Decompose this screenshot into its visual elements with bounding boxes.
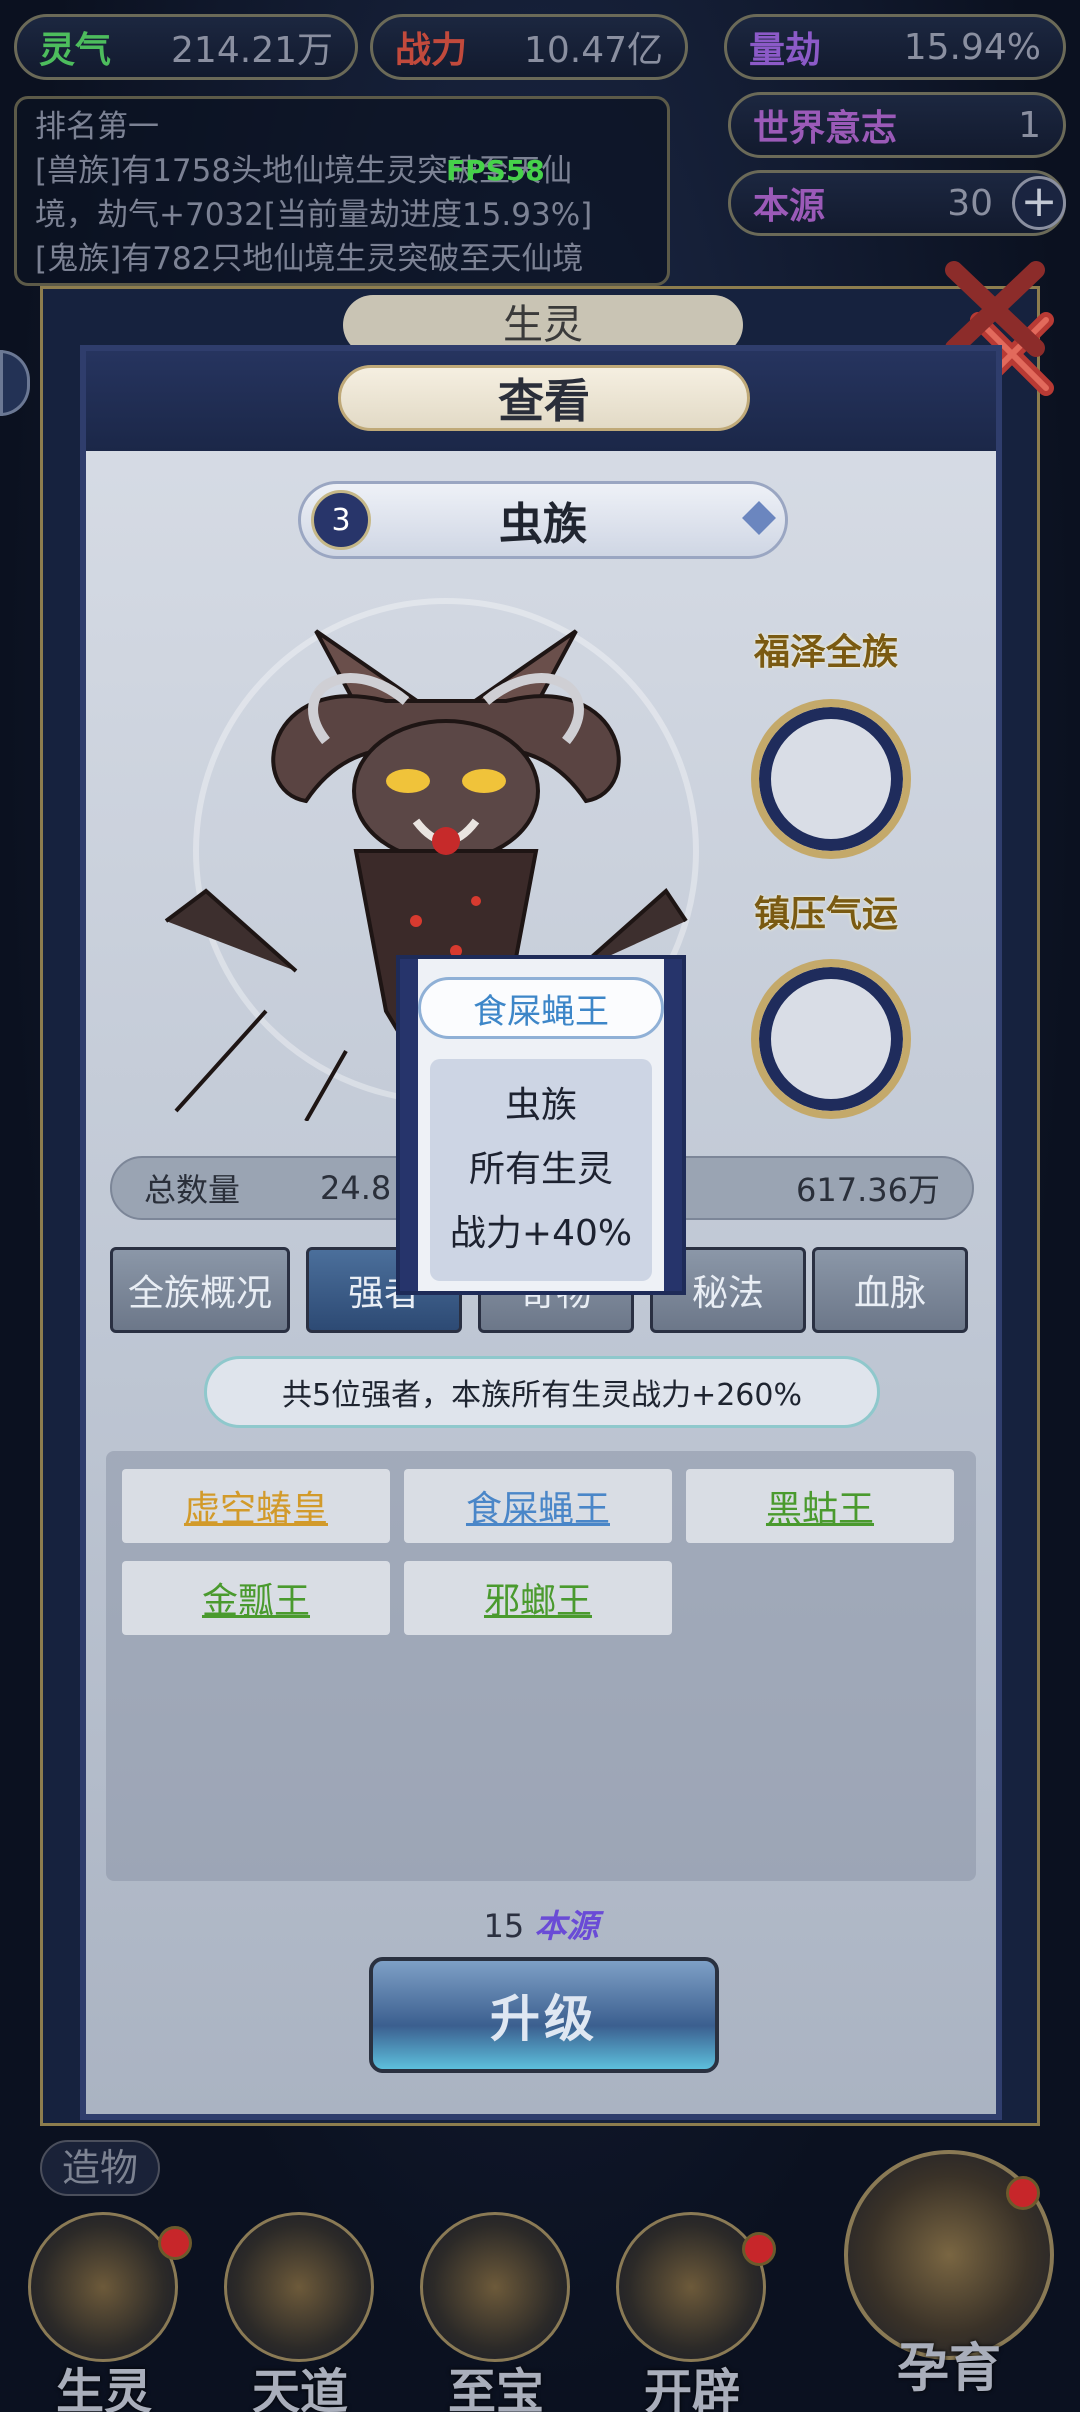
cost-unit: 本源 <box>534 1907 599 1945</box>
zhanli-value: 10.47亿 <box>523 30 663 71</box>
dialog-title: 查看 <box>338 365 750 431</box>
side-slot-2-title: 镇压气运 <box>754 893 899 935</box>
total-label: 总数量 <box>144 1171 241 1209</box>
upgrade-cost: 15 本源 <box>86 1901 996 1947</box>
world-will-stat[interactable]: 世界意志 1 <box>728 92 1066 158</box>
lingqi-stat: 灵气 214.21万 <box>14 14 358 80</box>
log-heading: 排名第一 <box>35 109 159 145</box>
hero-item[interactable]: 食屎蝇王 <box>404 1469 672 1543</box>
tab-bloodline[interactable]: 血脉 <box>812 1247 968 1333</box>
hero-item[interactable]: 黑蛄王 <box>686 1469 954 1543</box>
nav-label: 天道 <box>251 2364 348 2412</box>
log-line: [鬼族]有782只地仙境生灵突破至天仙境 <box>35 241 584 277</box>
world-will-value: 1 <box>1018 104 1041 146</box>
zhanli-label: 战力 <box>395 29 468 71</box>
total-value: 24.8 <box>320 1169 392 1207</box>
liangjie-stat: 量劫 15.94% <box>724 14 1066 80</box>
plus-icon: + <box>1020 176 1058 227</box>
nav-zhibao[interactable]: 至宝 <box>406 2212 586 2412</box>
tab-overview[interactable]: 全族概况 <box>110 1247 290 1333</box>
flame-icon <box>616 2212 766 2362</box>
tooltip-body: 虫族 所有生灵 战力+40% <box>430 1059 652 1281</box>
game-screen: 灵气 214.21万 战力 10.47亿 量劫 15.94% 世界意志 1 本源… <box>0 0 1080 2412</box>
suppress-slot[interactable] <box>751 959 911 1119</box>
origin-value: 30 <box>947 182 993 224</box>
world-will-label: 世界意志 <box>753 107 898 149</box>
hero-item[interactable]: 邪螂王 <box>404 1561 672 1635</box>
creature-icon <box>28 2212 178 2362</box>
lingqi-label: 灵气 <box>39 29 112 71</box>
tooltip-title: 食屎蝇王 <box>418 977 664 1039</box>
liangjie-value: 15.94% <box>903 26 1041 68</box>
dao-icon <box>224 2212 374 2362</box>
side-slot-1-title: 福泽全族 <box>754 631 899 673</box>
nav-label: 至宝 <box>447 2364 544 2412</box>
zhanli-stat: 战力 10.47亿 <box>370 14 688 80</box>
upgrade-button[interactable]: 升级 <box>369 1957 719 2073</box>
log-line: [兽族]有1758头地仙境生灵突破至天仙 <box>35 153 573 189</box>
nav-label: 生灵 <box>55 2364 152 2412</box>
event-log: 排名第一 [兽族]有1758头地仙境生灵突破至天仙 境，劫气+7032[当前量劫… <box>14 96 670 286</box>
liangjie-label: 量劫 <box>749 29 822 71</box>
hero-item[interactable]: 金瓢王 <box>122 1561 390 1635</box>
blessing-slot[interactable] <box>751 699 911 859</box>
nav-label: 开辟 <box>643 2364 740 2412</box>
origin-label: 本源 <box>753 185 826 227</box>
notification-dot <box>158 2226 192 2260</box>
fps-counter: FPS58 <box>446 154 545 187</box>
race-selector[interactable]: 3 虫族 <box>298 481 788 559</box>
hero-grid: 虚空蝽皇 食屎蝇王 黑蛄王 金瓢王 邪螂王 <box>106 1451 976 1881</box>
race-number-badge: 3 <box>311 490 371 550</box>
add-origin-button[interactable]: + <box>1012 176 1066 230</box>
nav-tiandao[interactable]: 天道 <box>210 2212 390 2412</box>
tooltip-border <box>664 959 682 1291</box>
side-tab-icon[interactable] <box>0 350 30 416</box>
zaowu-button[interactable]: 造物 <box>40 2140 160 2196</box>
right-value: 617.36万 <box>796 1171 940 1209</box>
treasure-icon <box>420 2212 570 2362</box>
strong-summary: 共5位强者，本族所有生灵战力+260% <box>204 1356 880 1428</box>
cost-amount: 15 <box>483 1907 525 1945</box>
diamond-icon <box>742 501 776 535</box>
tooltip-line: 虫族 <box>504 1085 577 1126</box>
hero-tooltip: 食屎蝇王 虫族 所有生灵 战力+40% <box>396 955 686 1295</box>
tooltip-line: 战力+40% <box>449 1213 633 1254</box>
notification-dot <box>742 2232 776 2266</box>
nav-label: 孕育 <box>896 2338 1001 2399</box>
notification-dot <box>1006 2176 1040 2210</box>
tooltip-line: 所有生灵 <box>468 1149 613 1190</box>
log-line: 境，劫气+7032[当前量劫进度15.93%] <box>35 197 593 233</box>
lingqi-value: 214.21万 <box>171 30 333 71</box>
race-name: 虫族 <box>499 499 587 550</box>
tooltip-border <box>400 959 418 1291</box>
hero-item[interactable]: 虚空蝽皇 <box>122 1469 390 1543</box>
